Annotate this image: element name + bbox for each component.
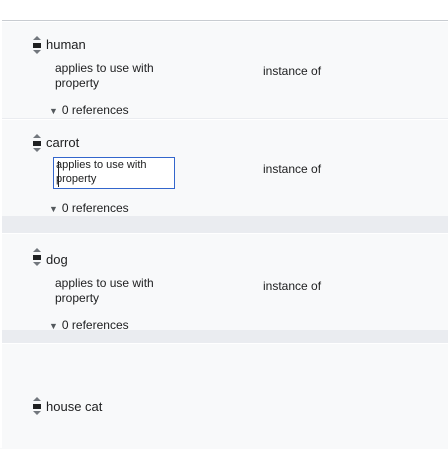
rank-selector-icon[interactable] <box>31 396 43 418</box>
references-toggle[interactable]: ▼ 0 references <box>49 201 129 215</box>
qualifier-value[interactable]: instance of <box>263 64 321 78</box>
rank-selector-icon[interactable] <box>31 133 43 155</box>
qualifier-property-input[interactable]: applies to use with property <box>53 157 175 189</box>
top-bar <box>0 0 448 21</box>
qualifier-value[interactable]: instance of <box>263 279 321 293</box>
rank-selector-icon[interactable] <box>31 247 43 269</box>
caret-down-icon: ▼ <box>49 106 58 116</box>
references-toggle[interactable]: ▼ 0 references <box>49 318 129 332</box>
statement-value[interactable]: dog <box>46 252 68 267</box>
rank-selector-icon[interactable] <box>31 35 43 57</box>
references-label: 0 references <box>61 201 129 215</box>
statement-value[interactable]: house cat <box>46 399 102 414</box>
qualifier-property: applies to use with property <box>56 159 147 185</box>
statement-carrot: carrot applies to use with property inst… <box>2 119 448 216</box>
qualifier-property[interactable]: applies to use with property <box>55 61 183 91</box>
qualifier-property[interactable]: applies to use with property <box>55 276 183 306</box>
qualifier-value[interactable]: instance of <box>263 162 321 176</box>
statement-human: human applies to use with property insta… <box>2 21 448 118</box>
caret-down-icon: ▼ <box>49 321 58 331</box>
statement-house-cat: house cat <box>2 343 448 449</box>
statement-value[interactable]: carrot <box>46 135 79 150</box>
caret-down-icon: ▼ <box>49 204 58 214</box>
references-label: 0 references <box>61 103 129 117</box>
statement-list: human applies to use with property insta… <box>2 21 448 449</box>
text-cursor <box>58 161 59 187</box>
statement-dog: dog applies to use with property instanc… <box>2 233 448 332</box>
references-label: 0 references <box>61 318 129 332</box>
statement-value[interactable]: human <box>46 37 86 52</box>
references-toggle[interactable]: ▼ 0 references <box>49 103 129 117</box>
